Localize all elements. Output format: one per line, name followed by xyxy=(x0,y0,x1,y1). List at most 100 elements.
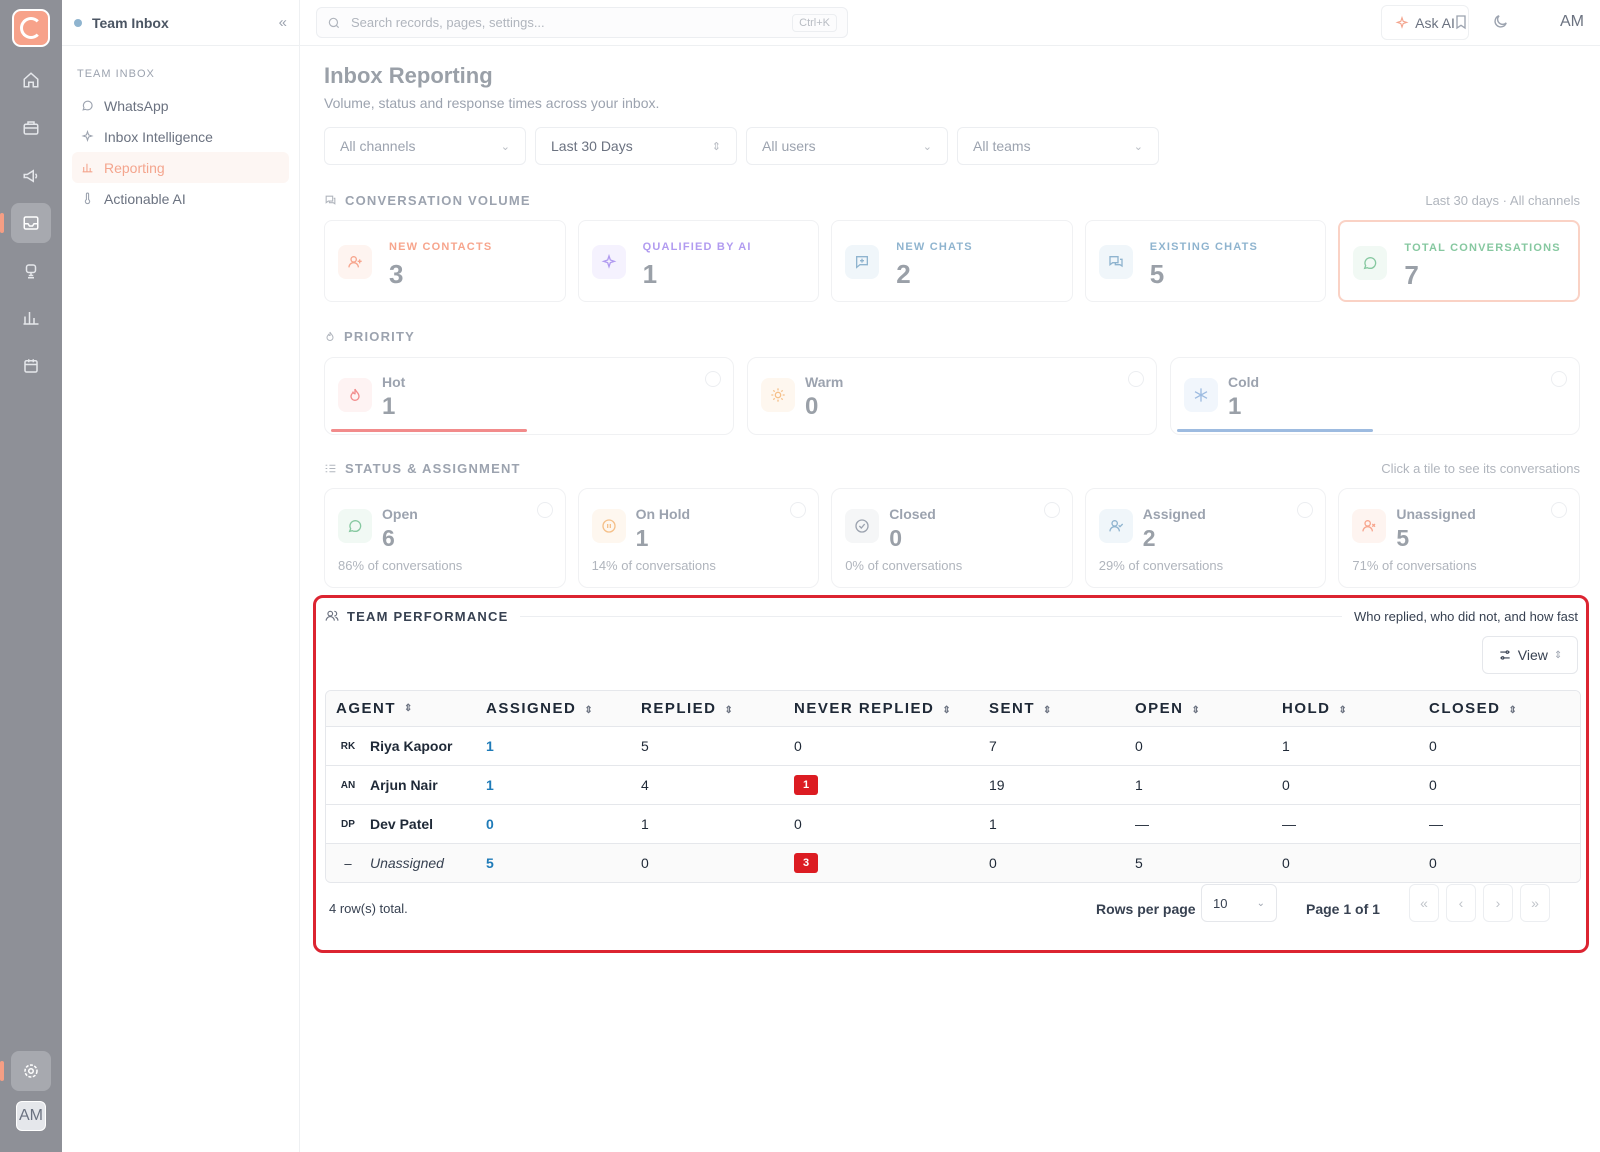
view-options-button[interactable]: View ⇕ xyxy=(1482,636,1578,674)
select-radio[interactable] xyxy=(1551,502,1567,518)
search-input[interactable]: Search records, pages, settings... Ctrl+… xyxy=(316,7,848,38)
never-replied-badge[interactable]: 3 xyxy=(794,853,818,873)
select-radio[interactable] xyxy=(790,502,807,518)
moon-icon[interactable] xyxy=(1492,13,1509,30)
warm-priority-card[interactable]: Warm 0 xyxy=(747,357,1157,435)
bookmark-icon[interactable] xyxy=(1453,13,1469,31)
select-radio[interactable] xyxy=(536,502,553,518)
chevron-left-icon: ‹ xyxy=(1458,895,1464,911)
top-bar: Search records, pages, settings... Ctrl+… xyxy=(300,0,1600,46)
replied-cell: 0 xyxy=(641,855,649,871)
sparkle-icon xyxy=(591,245,626,279)
table-row[interactable]: DP Dev Patel 0 1 0 1 — — — xyxy=(326,804,1580,843)
assigned-link[interactable]: 1 xyxy=(486,777,494,793)
user-avatar[interactable]: AM xyxy=(16,1101,46,1131)
assigned-link[interactable]: 0 xyxy=(486,816,494,832)
card-label: EXISTING CHATS xyxy=(1149,241,1259,253)
assigned-link[interactable]: 1 xyxy=(486,738,494,754)
existing-chats-card[interactable]: EXISTING CHATS 5 xyxy=(1084,220,1327,302)
rows-per-page-label: Rows per page xyxy=(1096,901,1196,917)
rows-per-page-select[interactable]: 10 ⌄ xyxy=(1201,884,1277,922)
channel-filter[interactable]: All channels ⌄ xyxy=(324,127,526,165)
thermometer-icon xyxy=(80,192,94,205)
sort-icon: ⇕ xyxy=(1508,705,1517,716)
new-contacts-card[interactable]: NEW CONTACTS 3 xyxy=(324,220,566,302)
card-label: Cold xyxy=(1228,374,1260,390)
card-label: TOTAL CONVERSATIONS xyxy=(1404,242,1561,254)
closed-cell: 0 xyxy=(1429,777,1437,793)
sidebar-item-label: Inbox Intelligence xyxy=(104,128,213,145)
calendar-icon[interactable] xyxy=(11,346,51,386)
column-header-closed[interactable]: CLOSED ⇕ xyxy=(1426,700,1580,717)
agent-name: Riya Kapoor xyxy=(370,738,453,754)
home-icon[interactable] xyxy=(11,60,51,100)
settings-icon[interactable] xyxy=(0,1051,51,1091)
cold-priority-card[interactable]: Cold 1 xyxy=(1170,357,1580,435)
sidebar-item-actionable-ai[interactable]: Actionable AI xyxy=(72,183,289,214)
assigned-link[interactable]: 5 xyxy=(486,855,494,871)
sidebar-item-inbox-intelligence[interactable]: Inbox Intelligence xyxy=(72,121,289,152)
select-radio[interactable] xyxy=(1297,502,1314,518)
column-header-open[interactable]: OPEN ⇕ xyxy=(1132,700,1279,717)
divider xyxy=(520,615,1342,617)
table-row[interactable]: AN Arjun Nair 1 4 1 19 1 0 0 xyxy=(326,765,1580,804)
select-radio[interactable] xyxy=(705,371,721,387)
column-header-replied[interactable]: REPLIED ⇕ xyxy=(637,700,790,717)
first-page-button[interactable]: « xyxy=(1409,884,1439,922)
column-label: AGENT xyxy=(336,700,396,717)
chevron-down-icon: ⌄ xyxy=(1256,897,1265,909)
date-range-filter[interactable]: Last 30 Days ⇕ xyxy=(535,127,737,165)
column-header-agent[interactable]: AGENT ⇕ xyxy=(326,700,481,717)
bot-icon[interactable] xyxy=(11,251,51,291)
card-label: Warm xyxy=(805,374,844,390)
card-label: Open xyxy=(382,506,418,522)
column-header-hold[interactable]: HOLD ⇕ xyxy=(1279,700,1426,717)
card-label: NEW CONTACTS xyxy=(389,241,493,253)
channel-filter-value: All channels xyxy=(340,138,416,154)
sidebar-item-whatsapp[interactable]: WhatsApp xyxy=(72,90,289,121)
chevron-updown-icon: ⇕ xyxy=(711,140,721,153)
select-radio[interactable] xyxy=(1043,502,1060,518)
user-initials[interactable]: AM xyxy=(1560,13,1584,31)
app-logo[interactable] xyxy=(12,9,50,47)
bar-chart-icon[interactable] xyxy=(11,298,51,338)
priority-bar xyxy=(331,429,527,432)
select-radio[interactable] xyxy=(1128,371,1144,387)
assigned-status-card[interactable]: Assigned 2 29% of conversations xyxy=(1084,488,1327,588)
card-value: 0 xyxy=(889,525,902,551)
hot-priority-card[interactable]: Hot 1 xyxy=(324,357,734,435)
never-replied-cell: 0 xyxy=(794,738,802,754)
table-row[interactable]: – Unassigned 5 0 3 0 5 0 0 xyxy=(326,843,1580,882)
megaphone-icon[interactable] xyxy=(11,156,51,196)
user-filter[interactable]: All users ⌄ xyxy=(746,127,948,165)
unassigned-status-card[interactable]: Unassigned 5 71% of conversations xyxy=(1338,488,1580,588)
never-replied-badge[interactable]: 1 xyxy=(794,775,818,795)
last-page-button[interactable]: » xyxy=(1520,884,1550,922)
card-value: 1 xyxy=(642,259,658,289)
previous-page-button[interactable]: ‹ xyxy=(1446,884,1476,922)
users-icon xyxy=(325,610,339,621)
on-hold-status-card[interactable]: On Hold 1 14% of conversations xyxy=(577,488,820,588)
sidebar-item-reporting[interactable]: Reporting xyxy=(72,152,289,183)
table-row[interactable]: RK Riya Kapoor 1 5 0 7 0 1 0 xyxy=(326,726,1580,765)
status-dot xyxy=(74,18,82,27)
qualified-by-ai-card[interactable]: QUALIFIED BY AI 1 xyxy=(577,220,820,302)
inbox-icon[interactable] xyxy=(0,203,51,243)
column-header-sent[interactable]: SENT ⇕ xyxy=(986,700,1132,717)
next-page-button[interactable]: › xyxy=(1483,884,1513,922)
select-radio[interactable] xyxy=(1551,371,1567,387)
performance-label: TEAM PERFORMANCE xyxy=(347,608,509,624)
list-check-icon xyxy=(325,464,336,472)
closed-status-card[interactable]: Closed 0 0% of conversations xyxy=(831,488,1073,588)
hold-cell: 1 xyxy=(1282,738,1290,754)
briefcase-icon[interactable] xyxy=(11,108,51,148)
open-cell: 0 xyxy=(1135,738,1143,754)
open-status-card[interactable]: Open 6 86% of conversations xyxy=(324,488,566,588)
total-conversations-card[interactable]: TOTAL CONVERSATIONS 7 xyxy=(1338,220,1580,302)
collapse-icon[interactable]: « xyxy=(279,14,287,31)
column-header-assigned[interactable]: ASSIGNED ⇕ xyxy=(481,700,637,717)
new-chats-card[interactable]: NEW CHATS 2 xyxy=(831,220,1073,302)
column-header-never-replied[interactable]: NEVER REPLIED ⇕ xyxy=(790,700,986,717)
team-filter[interactable]: All teams ⌄ xyxy=(957,127,1159,165)
date-range-value: Last 30 Days xyxy=(551,138,633,154)
